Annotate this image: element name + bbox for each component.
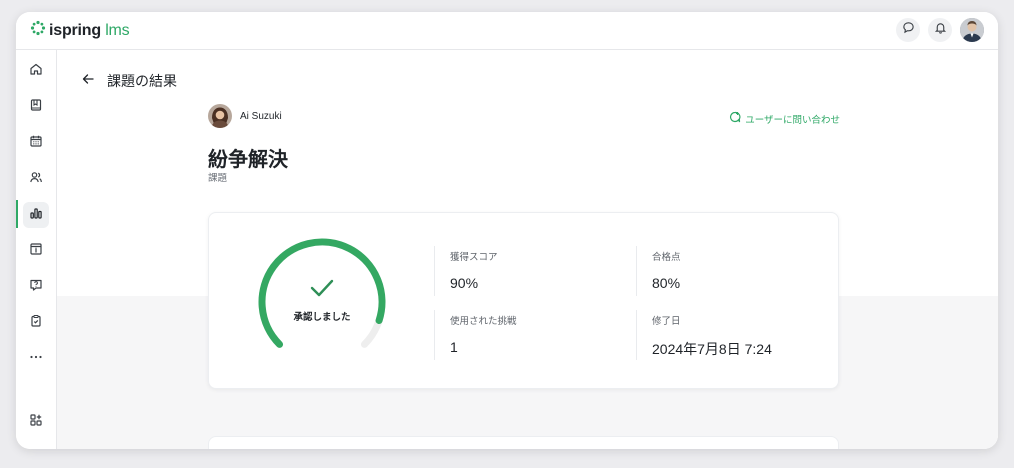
stat-score-label: 獲得スコア xyxy=(450,252,498,263)
chart-icon xyxy=(29,206,43,225)
stat-passing-value: 80% xyxy=(652,275,681,291)
stat-completed-label: 修了日 xyxy=(652,316,681,327)
help-icon xyxy=(29,278,43,297)
app-window: ispring lms 課題の結果 Ai Suzuki ユーザーに問い合わせ 紛… xyxy=(16,12,998,449)
sidebar-item-home[interactable] xyxy=(23,58,49,84)
clipboard-check-icon xyxy=(29,314,43,333)
avatar xyxy=(208,104,232,128)
sidebar xyxy=(16,50,57,449)
main-content: 課題の結果 Ai Suzuki ユーザーに問い合わせ 紛争解決 課題 承認しまし… xyxy=(57,50,998,449)
stat-passing-label: 合格点 xyxy=(652,252,681,263)
top-actions xyxy=(896,18,984,42)
sidebar-item-learning[interactable] xyxy=(23,94,49,120)
chat-button[interactable] xyxy=(896,18,920,42)
assignment-type: 課題 xyxy=(208,173,228,184)
apps-add-icon xyxy=(29,413,43,432)
user-name: Ai Suzuki xyxy=(240,110,282,122)
stat-attempts: 使用された挑戦 1 xyxy=(434,310,614,360)
score-gauge xyxy=(258,238,386,348)
user-info: Ai Suzuki xyxy=(208,104,282,128)
secondary-card xyxy=(208,436,839,449)
contact-label: ユーザーに問い合わせ xyxy=(745,115,840,126)
result-card: 承認しました 獲得スコア 90% 合格点 80% 使用された挑戦 1 修了日 2… xyxy=(208,212,839,389)
sidebar-item-reports[interactable] xyxy=(23,202,49,228)
top-bar: ispring lms xyxy=(16,12,998,50)
logo[interactable]: ispring lms xyxy=(30,20,130,41)
stat-completed: 修了日 2024年7月8日 7:24 xyxy=(636,310,816,360)
sidebar-item-users[interactable] xyxy=(23,166,49,192)
active-indicator xyxy=(16,200,18,228)
logo-text: ispring lms xyxy=(49,21,130,39)
user-avatar[interactable] xyxy=(960,18,984,42)
stat-completed-value: 2024年7月8日 7:24 xyxy=(652,341,772,357)
users-icon xyxy=(29,170,43,189)
page-header: 課題の結果 xyxy=(81,71,177,91)
stat-attempts-value: 1 xyxy=(450,339,458,355)
more-icon xyxy=(29,350,43,369)
page-title: 課題の結果 xyxy=(107,73,177,89)
contact-user-link[interactable]: ユーザーに問い合わせ xyxy=(729,110,840,128)
stat-score-value: 90% xyxy=(450,275,479,291)
chat-icon xyxy=(902,21,915,39)
sidebar-item-calendar[interactable] xyxy=(23,130,49,156)
stat-passing: 合格点 80% xyxy=(636,246,816,296)
checkmark-icon xyxy=(310,279,334,297)
bell-icon xyxy=(934,21,947,39)
sidebar-item-help[interactable] xyxy=(23,274,49,300)
chat-add-icon xyxy=(729,110,741,128)
calendar-icon xyxy=(29,134,43,153)
logo-icon xyxy=(30,20,46,41)
stat-score: 獲得スコア 90% xyxy=(434,246,614,296)
book-icon xyxy=(29,98,43,117)
notifications-button[interactable] xyxy=(928,18,952,42)
sidebar-item-catalog[interactable] xyxy=(23,238,49,264)
status-label: 承認しました xyxy=(293,312,351,323)
back-arrow-icon[interactable] xyxy=(81,72,95,91)
stat-attempts-label: 使用された挑戦 xyxy=(450,316,517,327)
catalog-icon xyxy=(29,242,43,261)
assignment-title: 紛争解決 xyxy=(208,149,288,171)
home-icon xyxy=(29,62,43,81)
sidebar-item-tasks[interactable] xyxy=(23,310,49,336)
sidebar-item-more[interactable] xyxy=(23,346,49,372)
sidebar-item-apps[interactable] xyxy=(23,409,49,435)
